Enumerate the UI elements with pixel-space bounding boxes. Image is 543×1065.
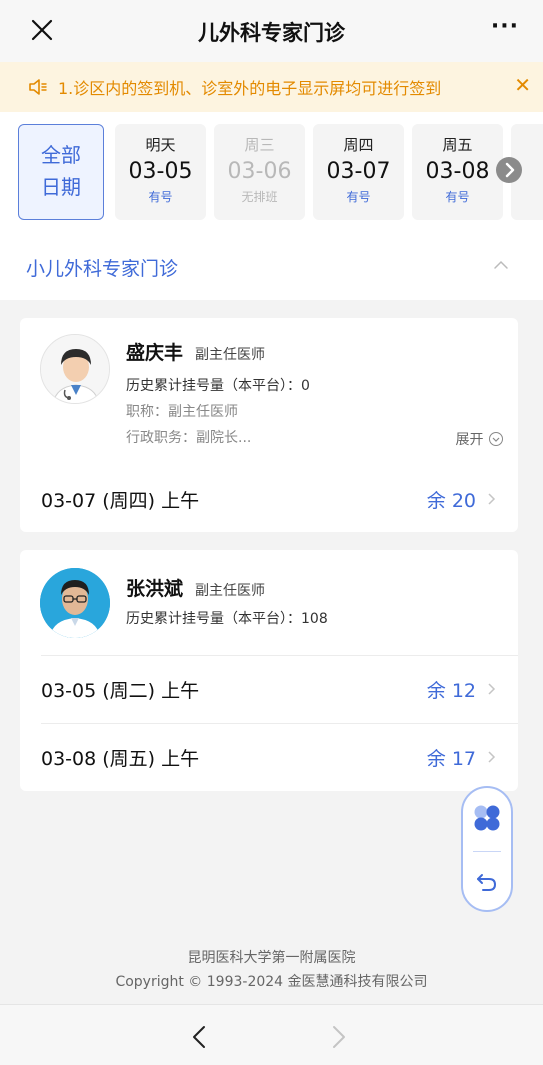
date-card[interactable]: 周四 03-07 有号 [313,124,404,220]
date-card[interactable]: 周五 03-08 有号 [412,124,503,220]
doctor-avatar [40,334,110,404]
doctor-rank: 职称：副主任医师 [126,404,238,420]
footer: 昆明医科大学第一附属医院 Copyright © 1993-2024 金医慧通科… [0,946,543,994]
doctor-card[interactable]: 盛庆丰 副主任医师 历史累计挂号量（本平台）：0 职称：副主任医师 行政职务：副院… [20,318,518,532]
chevron-right-icon [505,162,515,178]
doctor-title: 副主任医师 [195,583,266,599]
slot-datetime: 03-05 (周二) 上午 [41,680,200,702]
date-weekday: 周五 [442,136,473,154]
expand-label: 展开 [455,432,484,448]
date-value: 03-07 [326,159,391,184]
doctor-card[interactable]: 张洪斌 副主任医师 历史累计挂号量（本平台）：108 03-05 (周二) 上午 … [20,550,518,791]
doctor-history: 历史累计挂号量（本平台）：0 [126,378,310,394]
page-title: 儿外科专家门诊 [198,21,345,45]
doctor-placeholder-avatar-icon [41,335,109,403]
date-status: 有号 [346,190,371,204]
speaker-icon [29,79,47,95]
back-return-icon[interactable] [474,868,500,894]
date-all-button[interactable]: 全部 日期 [18,124,104,220]
doctor-history: 历史累计挂号量（本平台）：108 [126,611,328,627]
date-all-label-1: 全部 [41,143,81,167]
expand-button[interactable]: 展开 [456,429,504,449]
chevron-right-icon [488,751,496,763]
date-card[interactable]: 明天 03-05 有号 [115,124,206,220]
date-scroll-right-button[interactable] [496,157,522,183]
department-name: 小儿外科专家门诊 [26,258,179,280]
doctor-admin-title: 行政职务：副院长... [126,430,252,446]
doctor-photo-icon [40,568,110,638]
date-value: 03-05 [128,159,193,184]
date-weekday: 周三 [244,136,275,154]
date-status: 无排班 [241,190,278,204]
doctor-name-row: 盛庆丰 副主任医师 [126,338,265,365]
slot-remaining: 余 20 [426,490,476,512]
date-all-label-2: 日期 [41,175,81,199]
doctor-title: 副主任医师 [195,347,266,363]
chevron-up-icon[interactable] [493,260,509,270]
doctor-avatar [40,568,110,638]
date-value: 03-06 [227,159,292,184]
notice-text: 1.诊区内的签到机、诊室外的电子显示屏均可进行签到 [58,79,442,98]
more-menu-button[interactable]: ··· [491,14,519,39]
doctor-name-row: 张洪斌 副主任医师 [126,574,265,601]
notice-banner: 1.诊区内的签到机、诊室外的电子显示屏均可进行签到 ✕ [0,62,543,112]
date-card[interactable]: 周三 03-06 无排班 [214,124,305,220]
schedule-slot[interactable]: 03-08 (周五) 上午 余 17 [20,724,518,790]
slot-datetime: 03-07 (周四) 上午 [41,490,200,512]
doctor-name: 张洪斌 [126,578,184,600]
clover-menu-icon[interactable] [472,803,502,833]
footer-hospital: 昆明医科大学第一附属医院 [187,950,356,966]
notice-close-icon[interactable]: ✕ [514,73,531,97]
date-status: 有号 [148,190,173,204]
slot-remaining: 余 17 [426,748,476,770]
top-bar: 儿外科专家门诊 ··· [0,0,543,62]
date-status: 有号 [445,190,470,204]
bottom-nav [0,1004,543,1065]
schedule-slot[interactable]: 03-07 (周四) 上午 余 20 [20,466,518,532]
schedule-slot[interactable]: 03-05 (周二) 上午 余 12 [20,656,518,722]
chevron-down-circle-icon [489,432,503,446]
footer-copyright: Copyright © 1993-2024 金医慧通科技有限公司 [115,974,428,990]
slot-datetime: 03-08 (周五) 上午 [41,748,200,770]
doctor-name: 盛庆丰 [126,342,184,364]
back-arrow-icon[interactable] [192,1025,206,1049]
date-value: 03-08 [425,159,490,184]
department-header[interactable]: 小儿外科专家门诊 [0,232,543,300]
widget-divider [473,851,501,852]
date-weekday: 周四 [343,136,374,154]
date-weekday: 明天 [145,136,176,154]
forward-arrow-icon[interactable] [332,1025,346,1049]
chevron-right-icon [488,493,496,505]
floating-action-widget [461,786,513,912]
chevron-right-icon [488,683,496,695]
date-selector: 全部 日期 明天 03-05 有号 周三 03-06 无排班 周四 03-07 … [0,112,543,232]
slot-remaining: 余 12 [426,680,476,702]
